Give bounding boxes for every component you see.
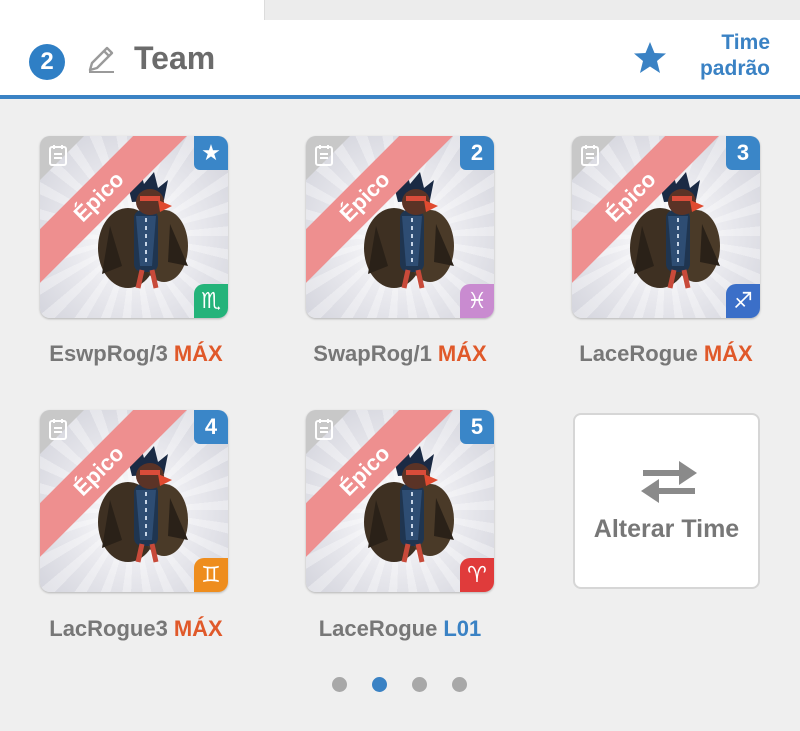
gemini-icon: ♊ xyxy=(194,558,228,592)
change-team-button[interactable]: Alterar Time xyxy=(573,413,760,589)
monster-name: LaceRogue xyxy=(579,341,698,366)
page-dot-active[interactable] xyxy=(372,677,387,692)
default-team-label-line1: Time xyxy=(721,31,770,54)
monster-name-label: SwapRog/1 MÁX xyxy=(280,340,520,368)
swap-arrows-icon xyxy=(641,461,697,503)
page-dot[interactable] xyxy=(412,677,427,692)
slot-number-badge: 4 xyxy=(194,410,228,444)
monster-card[interactable]: Épico 2 ♓ xyxy=(306,136,494,318)
scorpio-icon: ♏ xyxy=(194,284,228,318)
team-title: Team xyxy=(134,40,216,76)
slot-number-badge: 3 xyxy=(726,136,760,170)
notes-icon[interactable] xyxy=(314,418,334,440)
edit-pencil-icon[interactable] xyxy=(84,42,118,76)
pisces-icon: ♓ xyxy=(460,284,494,318)
default-team-link[interactable]: Time padrão xyxy=(700,30,770,82)
sagittarius-icon: ♐ xyxy=(726,284,760,318)
monster-name: LaceRogue xyxy=(318,616,438,641)
slot-number-badge: 2 xyxy=(460,136,494,170)
monster-level: MÁX xyxy=(437,341,487,366)
notes-icon[interactable] xyxy=(580,144,600,166)
team-header: 2 Team Time padrão xyxy=(0,20,800,99)
tab-inactive[interactable] xyxy=(264,0,800,20)
leader-star-icon: ★ xyxy=(194,136,228,170)
star-icon[interactable] xyxy=(632,40,668,76)
monster-name: EswpRog/3 xyxy=(49,341,168,366)
change-team-label: Alterar Time xyxy=(593,515,740,543)
notes-icon[interactable] xyxy=(48,144,68,166)
monster-name-label: LaceRogue L01 xyxy=(280,615,520,643)
slot-number-badge: 5 xyxy=(460,410,494,444)
notes-icon[interactable] xyxy=(48,418,68,440)
monster-level: MÁX xyxy=(173,616,223,641)
monster-level: L01 xyxy=(443,616,482,641)
monster-card[interactable]: Épico 4 ♊ xyxy=(40,410,228,592)
tab-strip xyxy=(0,0,800,20)
notes-icon[interactable] xyxy=(314,144,334,166)
monster-card[interactable]: Épico ★ ♏ xyxy=(40,136,228,318)
page-dot[interactable] xyxy=(332,677,347,692)
default-team-label-line2: padrão xyxy=(699,57,770,80)
aries-icon: ♈ xyxy=(460,558,494,592)
monster-card[interactable]: Épico 3 ♐ xyxy=(572,136,760,318)
page-dot[interactable] xyxy=(452,677,467,692)
team-number-badge: 2 xyxy=(29,44,65,80)
monster-level: MÁX xyxy=(173,341,223,366)
monster-name-label: LacRogue3 MÁX xyxy=(16,615,256,643)
monster-name-label: EswpRog/3 MÁX xyxy=(16,340,256,368)
tab-active[interactable] xyxy=(0,0,264,20)
monster-name: LacRogue3 xyxy=(49,616,168,641)
monster-name-label: LaceRogue MÁX xyxy=(546,340,786,368)
monster-name: SwapRog/1 xyxy=(313,341,432,366)
monster-level: MÁX xyxy=(703,341,753,366)
monster-card[interactable]: Épico 5 ♈ xyxy=(306,410,494,592)
